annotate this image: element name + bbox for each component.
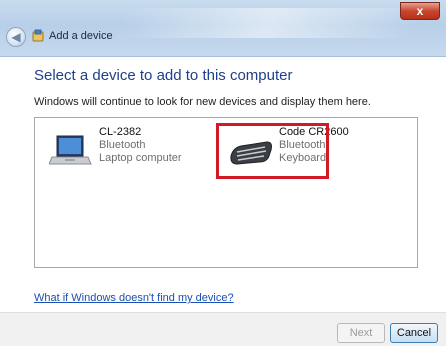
next-button[interactable]: Next bbox=[337, 323, 385, 343]
page-subtitle: Windows will continue to look for new de… bbox=[34, 96, 371, 108]
button-bar: Next Cancel bbox=[0, 312, 446, 346]
help-link[interactable]: What if Windows doesn't find my device? bbox=[34, 292, 234, 304]
device-type: Laptop computer bbox=[99, 152, 182, 164]
page-title: Select a device to add to this computer bbox=[34, 67, 293, 84]
device-item-laptop[interactable]: CL-2382 Bluetooth Laptop computer bbox=[49, 126, 182, 170]
close-button[interactable]: x bbox=[400, 2, 440, 20]
device-connection: Bluetooth bbox=[99, 139, 146, 151]
laptop-icon bbox=[49, 135, 92, 165]
cancel-button[interactable]: Cancel bbox=[390, 323, 438, 343]
device-name: CL-2382 bbox=[99, 126, 142, 138]
highlight-box bbox=[216, 123, 329, 179]
back-arrow-icon: ◀ bbox=[11, 30, 21, 44]
window-title: Add a device bbox=[49, 30, 113, 42]
add-device-icon bbox=[32, 29, 44, 42]
back-button[interactable]: ◀ bbox=[6, 27, 26, 47]
title-bar-gloss bbox=[114, 8, 426, 38]
title-bar: x ◀ Add a device bbox=[0, 0, 446, 57]
